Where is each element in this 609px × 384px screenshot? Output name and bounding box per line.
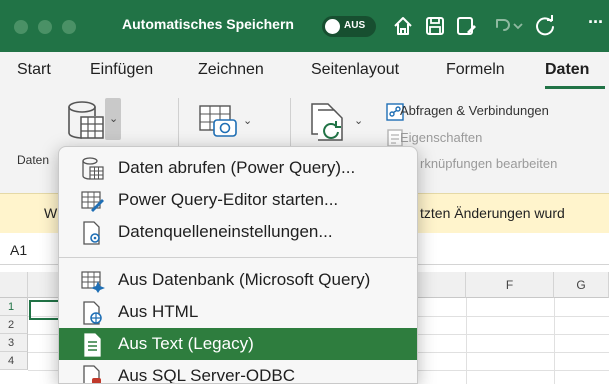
row-header-2[interactable]: 2 [0, 316, 28, 334]
database-query-icon [81, 269, 105, 293]
html-file-icon [81, 301, 105, 325]
query-editor-icon [81, 189, 105, 213]
menu-separator [59, 257, 417, 258]
undo-icon[interactable] [492, 12, 512, 40]
column-header-g[interactable]: G [554, 272, 609, 298]
gridline [554, 298, 555, 384]
save-icon[interactable] [424, 12, 446, 40]
row-header-3[interactable]: 3 [0, 334, 28, 352]
datasource-settings-icon [81, 221, 105, 245]
home-icon[interactable] [392, 12, 414, 40]
menu-item-query-editor[interactable]: Power Query-Editor starten... [59, 184, 417, 216]
menu-item-label: Datenquelleneinstellungen... [118, 222, 333, 241]
tab-daten[interactable]: Daten [545, 61, 589, 79]
queries-connections-label[interactable]: Abfragen & Verbindungen [400, 103, 549, 118]
from-picture-icon[interactable] [198, 104, 238, 145]
menu-item-label: Aus SQL Server-ODBC [118, 366, 295, 384]
menu-item-datasource-settings[interactable]: Datenquelleneinstellungen... [59, 216, 417, 248]
get-data-button-icon[interactable] [66, 100, 106, 147]
minimize-window-button[interactable] [38, 20, 52, 34]
get-data-icon [81, 157, 105, 181]
menu-item-sql-odbc[interactable]: Aus SQL Server-ODBC [59, 360, 417, 384]
redo-icon[interactable] [533, 12, 557, 40]
active-tab-indicator [545, 86, 605, 89]
get-data-menu: Daten abrufen (Power Query)... Power Que… [58, 146, 418, 384]
chevron-down-icon[interactable]: ⌄ [354, 114, 363, 127]
tab-seitenlayout[interactable]: Seitenlayout [311, 61, 399, 79]
menu-item-power-query[interactable]: Daten abrufen (Power Query)... [59, 152, 417, 184]
refresh-all-icon[interactable] [308, 102, 348, 149]
menu-item-text-legacy[interactable]: Aus Text (Legacy) [59, 328, 417, 360]
sql-odbc-icon [81, 365, 105, 383]
column-header-f[interactable]: F [466, 272, 554, 298]
chevron-down-icon[interactable]: ⌄ [243, 114, 252, 127]
menu-item-label: Aus Datenbank (Microsoft Query) [118, 270, 371, 289]
notification-text-right: tzten Änderungen wurd [420, 205, 565, 221]
row-header-4[interactable]: 4 [0, 352, 28, 370]
menu-item-database-query[interactable]: Aus Datenbank (Microsoft Query) [59, 264, 417, 296]
menu-item-html[interactable]: Aus HTML [59, 296, 417, 328]
menu-item-label: Daten abrufen (Power Query)... [118, 158, 356, 177]
edit-links-label: rknüpfungen bearbeiten [420, 156, 558, 171]
text-file-icon [81, 333, 105, 357]
autosave-state: AUS [344, 20, 366, 31]
properties-label: Eigenschaften [400, 130, 483, 145]
notification-text-left: W [44, 205, 58, 221]
tab-start[interactable]: Start [17, 61, 51, 79]
menu-item-label: Aus HTML [118, 302, 199, 321]
autosave-label: Automatisches Speichern [122, 16, 294, 32]
name-box[interactable]: A1 [10, 242, 27, 258]
tab-einfuegen[interactable]: Einfügen [90, 61, 153, 79]
more-icon[interactable]: ··· [588, 12, 604, 33]
gridline [466, 298, 467, 384]
daten-label: Daten [17, 153, 50, 167]
menu-item-label: Aus Text (Legacy) [118, 334, 254, 353]
tab-formeln[interactable]: Formeln [446, 61, 505, 79]
title-bar: Automatisches Speichern AUS ··· [0, 0, 609, 52]
chevron-down-icon: ⌄ [109, 113, 119, 125]
tab-zeichnen[interactable]: Zeichnen [198, 61, 264, 79]
zoom-window-button[interactable] [62, 20, 76, 34]
row-header-1[interactable]: 1 [0, 298, 28, 316]
menu-item-label: Power Query-Editor starten... [118, 190, 339, 209]
ribbon-tabs: Start Einfügen Zeichnen Seitenlayout For… [0, 52, 609, 90]
undo-dropdown-icon[interactable] [512, 12, 524, 40]
toggle-knob [325, 19, 340, 34]
autosave-toggle[interactable]: AUS [322, 16, 376, 37]
select-all-corner[interactable] [0, 272, 28, 298]
close-window-button[interactable] [14, 20, 28, 34]
save-edit-icon[interactable] [455, 12, 477, 40]
